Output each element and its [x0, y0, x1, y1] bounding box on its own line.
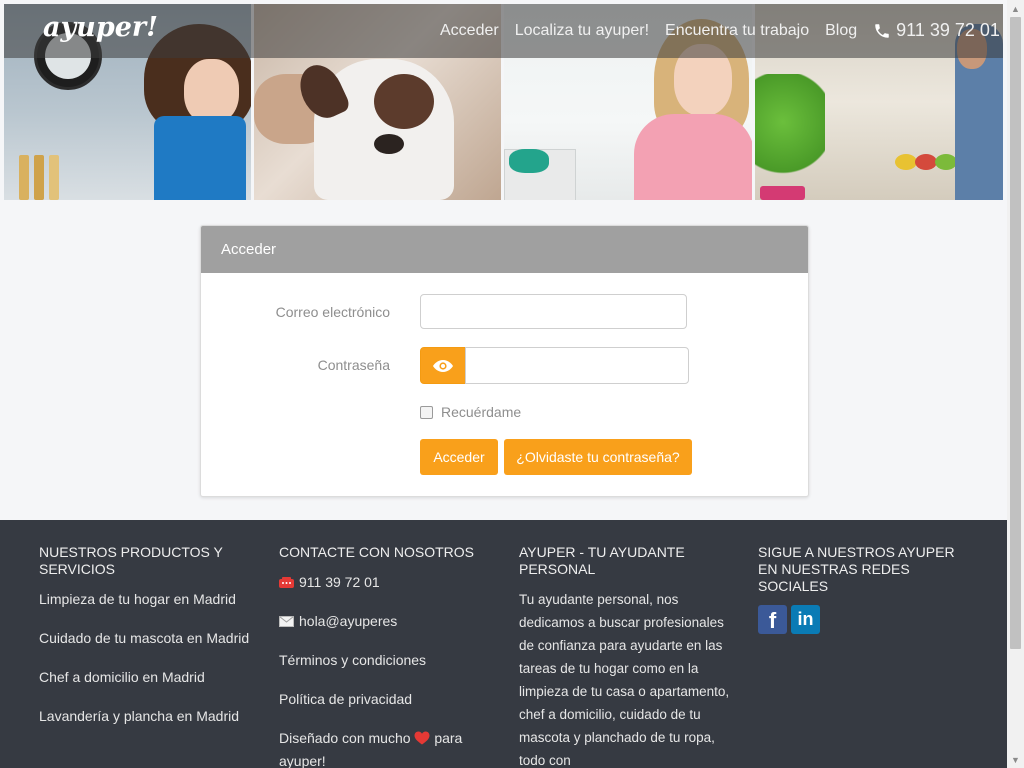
nav-link-blog[interactable]: Blog	[825, 22, 857, 40]
login-card: Acceder Correo electrónico Contraseña Re…	[200, 225, 809, 497]
footer-email[interactable]: hola@ayuperes	[279, 610, 397, 633]
remember-me-checkbox[interactable]	[420, 405, 433, 419]
footer-contact-title: CONTACTE CON NOSOTROS	[279, 544, 474, 560]
footer: NUESTROS PRODUCTOS Y SERVICIOS Limpieza …	[0, 520, 1007, 768]
footer-contact: CONTACTE CON NOSOTROS 911 39 72 01 hola@…	[279, 544, 479, 768]
nav-phone-link[interactable]: 911 39 72 01	[873, 20, 1000, 41]
remember-me[interactable]: Recuérdame	[420, 404, 521, 420]
footer-about: AYUPER - TU AYUDANTE PERSONAL Tu ayudant…	[519, 544, 734, 768]
mail-icon	[279, 616, 294, 627]
site-logo[interactable]: ayuper!	[43, 12, 158, 43]
linkedin-icon[interactable]: in	[791, 605, 820, 634]
page: ayuper! Acceder Localiza tu ayuper! Encu…	[0, 0, 1007, 768]
footer-email-address: hola@ayuperes	[299, 613, 398, 629]
main-nav: Acceder Localiza tu ayuper! Encuentra tu…	[440, 20, 1000, 41]
email-label: Correo electrónico	[275, 304, 390, 320]
footer-link-privacy[interactable]: Política de privacidad	[279, 688, 479, 711]
phone-icon	[279, 577, 294, 588]
password-input[interactable]	[465, 347, 689, 384]
designed-pre-text: Diseñado con mucho	[279, 730, 411, 746]
remember-me-label: Recuérdame	[441, 404, 522, 420]
nav-link-acceder[interactable]: Acceder	[440, 22, 499, 40]
facebook-icon[interactable]: f	[758, 605, 787, 634]
footer-products-title: NUESTROS PRODUCTOS Y SERVICIOS	[39, 544, 223, 577]
footer-link-laundry[interactable]: Lavandería y plancha en Madrid	[39, 705, 254, 728]
heart-icon	[414, 731, 430, 745]
navbar: ayuper! Acceder Localiza tu ayuper! Encu…	[4, 4, 1003, 58]
footer-link-chef[interactable]: Chef a domicilio en Madrid	[39, 666, 254, 689]
eye-icon	[433, 359, 453, 372]
footer-link-cleaning[interactable]: Limpieza de tu hogar en Madrid	[39, 588, 254, 611]
nav-phone-number: 911 39 72 01	[896, 20, 1000, 40]
footer-social-title: SIGUE A NUESTROS AYUPER EN NUESTRAS REDE…	[758, 544, 955, 594]
footer-phone-number: 911 39 72 01	[299, 574, 380, 590]
footer-about-text: Tu ayudante personal, nos dedicamos a bu…	[519, 592, 730, 768]
login-button[interactable]: Acceder	[420, 439, 498, 475]
toggle-password-visibility-button[interactable]	[420, 347, 466, 384]
forgot-password-button[interactable]: ¿Olvidaste tu contraseña?	[504, 439, 692, 475]
email-input[interactable]	[420, 294, 687, 329]
footer-social: SIGUE A NUESTROS AYUPER EN NUESTRAS REDE…	[758, 544, 958, 634]
footer-link-terms[interactable]: Términos y condiciones	[279, 649, 479, 672]
scroll-down-arrow-icon[interactable]: ▼	[1007, 751, 1024, 768]
footer-products: NUESTROS PRODUCTOS Y SERVICIOS Limpieza …	[39, 544, 254, 744]
nav-link-encuentra-trabajo[interactable]: Encuentra tu trabajo	[665, 22, 809, 40]
scroll-up-arrow-icon[interactable]: ▲	[1007, 0, 1024, 17]
footer-about-title: AYUPER - TU AYUDANTE PERSONAL	[519, 544, 685, 577]
footer-designed-by: Diseñado con mucho para ayuper!	[279, 727, 479, 768]
phone-icon	[875, 23, 889, 38]
scrollbar-thumb[interactable]	[1010, 17, 1021, 649]
footer-phone[interactable]: 911 39 72 01	[279, 571, 380, 594]
login-card-title: Acceder	[201, 226, 808, 273]
social-links: f in	[758, 605, 958, 634]
password-label: Contraseña	[317, 357, 390, 373]
vertical-scrollbar[interactable]: ▲ ▼	[1007, 0, 1024, 768]
footer-link-pet-care[interactable]: Cuidado de tu mascota en Madrid	[39, 627, 254, 650]
nav-link-localiza[interactable]: Localiza tu ayuper!	[515, 22, 649, 40]
